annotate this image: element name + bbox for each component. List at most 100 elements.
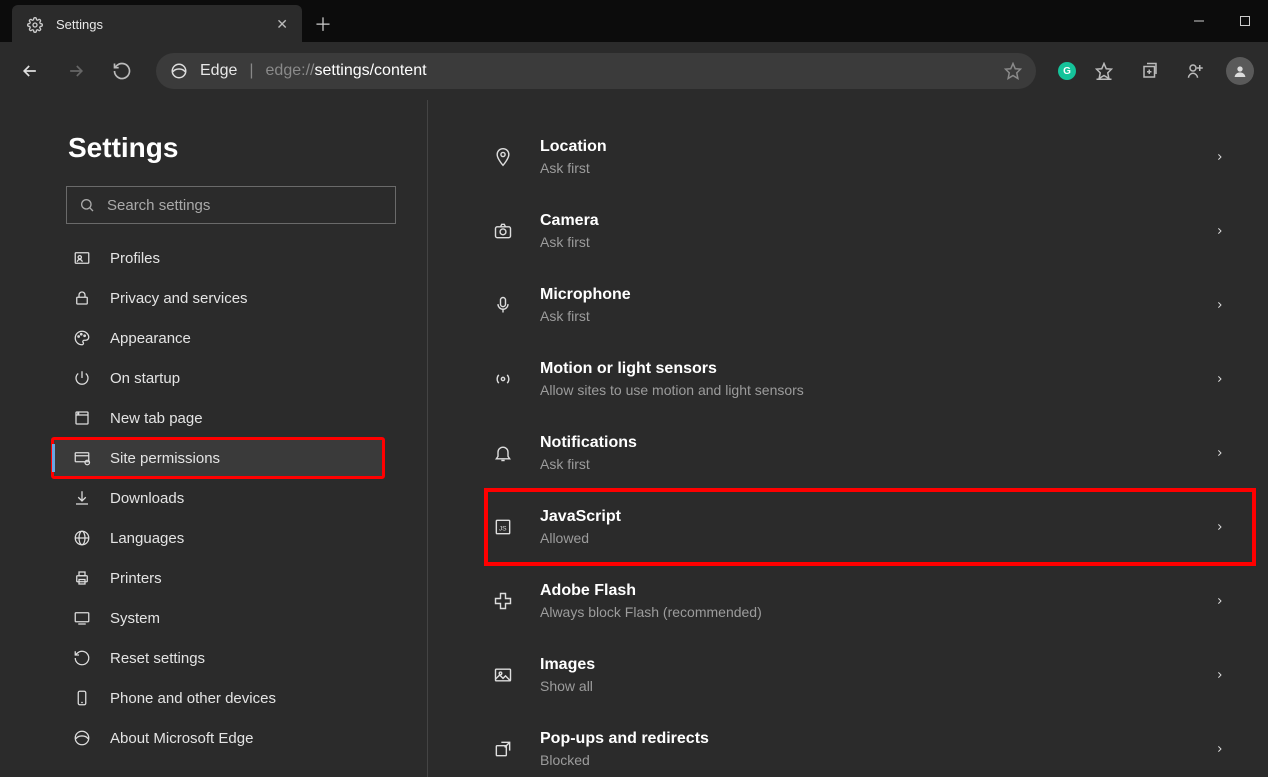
globe-icon — [72, 528, 92, 548]
permission-subtitle: Ask first — [540, 234, 599, 250]
permission-images[interactable]: Images Show all — [486, 638, 1254, 712]
address-url: edge://settings/content — [266, 62, 427, 80]
chevron-right-icon — [1215, 224, 1224, 238]
permission-title: Notifications — [540, 434, 637, 452]
camera-icon — [492, 220, 514, 242]
chevron-right-icon — [1215, 742, 1224, 756]
browser-tab[interactable]: Settings ✕ — [12, 5, 302, 42]
sidebar-item-reset-settings[interactable]: Reset settings — [52, 638, 384, 678]
edge-logo-icon — [170, 62, 188, 80]
permissions-list: Location Ask first Camera Ask first Micropho… — [486, 120, 1254, 777]
sidebar-item-on-startup[interactable]: On startup — [52, 358, 384, 398]
palette-icon — [72, 328, 92, 348]
sidebar-nav: Profiles Privacy and services Appearance On… — [52, 238, 413, 758]
sidebar: Settings Search settings Profiles Privacy… — [0, 100, 428, 777]
tab-title: Settings — [56, 17, 103, 32]
sidebar-item-label: About Microsoft Edge — [110, 730, 253, 747]
images-icon — [492, 664, 514, 686]
grammarly-extension-icon[interactable]: G — [1058, 62, 1076, 80]
permission-location[interactable]: Location Ask first — [486, 120, 1254, 194]
printer-icon — [72, 568, 92, 588]
permission-pop-ups-and-redirects[interactable]: Pop-ups and redirectsBlocked — [486, 712, 1254, 777]
permissions-icon — [72, 448, 92, 468]
sidebar-item-label: New tab page — [110, 410, 203, 427]
person-card-icon — [72, 248, 92, 268]
permission-title: JavaScript — [540, 508, 621, 526]
sidebar-item-label: System — [110, 610, 160, 627]
bell-icon — [492, 442, 514, 464]
minimize-button[interactable] — [1176, 0, 1222, 42]
maximize-button[interactable] — [1222, 0, 1268, 42]
address-brand: Edge — [200, 62, 237, 80]
chevron-right-icon — [1215, 150, 1224, 164]
favorites-button[interactable] — [1082, 49, 1126, 93]
microphone-icon — [492, 294, 514, 316]
sidebar-item-profiles[interactable]: Profiles — [52, 238, 384, 278]
sidebar-item-about-microsoft-edge[interactable]: About Microsoft Edge — [52, 718, 384, 758]
permission-motion-or-light-sensors[interactable]: Motion or light sensorsAllow sites to us… — [486, 342, 1254, 416]
profile-avatar[interactable] — [1226, 57, 1254, 85]
location-icon — [492, 146, 514, 168]
sidebar-item-phone-and-other-devices[interactable]: Phone and other devices — [52, 678, 384, 718]
sidebar-item-downloads[interactable]: Downloads — [52, 478, 384, 518]
popup-icon — [492, 738, 514, 760]
chevron-right-icon — [1215, 446, 1224, 460]
permission-microphone[interactable]: MicrophoneAsk first — [486, 268, 1254, 342]
search-icon — [79, 197, 95, 213]
permission-title: Microphone — [540, 286, 631, 304]
new-tab-button[interactable]: ＋ — [302, 5, 344, 42]
permission-subtitle: Ask first — [540, 456, 637, 472]
favorite-star-icon[interactable] — [1004, 62, 1022, 80]
search-placeholder: Search settings — [107, 197, 210, 214]
permission-javascript[interactable]: JSJavaScriptAllowed — [486, 490, 1254, 564]
sidebar-item-label: On startup — [110, 370, 180, 387]
sidebar-item-system[interactable]: System — [52, 598, 384, 638]
back-button[interactable] — [8, 49, 52, 93]
javascript-icon: JS — [492, 516, 514, 538]
sidebar-item-label: Languages — [110, 530, 184, 547]
search-settings-input[interactable]: Search settings — [66, 186, 396, 224]
chevron-right-icon — [1215, 372, 1224, 386]
chevron-right-icon — [1215, 520, 1224, 534]
permission-subtitle: Ask first — [540, 160, 607, 176]
power-icon — [72, 368, 92, 388]
permission-title: Camera — [540, 212, 599, 230]
sidebar-item-printers[interactable]: Printers — [52, 558, 384, 598]
chevron-right-icon — [1215, 298, 1224, 312]
person-icon[interactable] — [1174, 49, 1218, 93]
sidebar-item-appearance[interactable]: Appearance — [52, 318, 384, 358]
permission-title: Pop-ups and redirects — [540, 730, 709, 748]
sidebar-item-label: Printers — [110, 570, 162, 587]
svg-text:JS: JS — [499, 525, 507, 532]
sidebar-item-new-tab-page[interactable]: New tab page — [52, 398, 384, 438]
permission-subtitle: Allow sites to use motion and light sens… — [540, 382, 804, 398]
download-icon — [72, 488, 92, 508]
sidebar-item-label: Reset settings — [110, 650, 205, 667]
edge-icon — [72, 728, 92, 748]
close-tab-button[interactable]: ✕ — [276, 16, 288, 33]
permission-title: Images — [540, 656, 595, 674]
forward-button[interactable] — [54, 49, 98, 93]
reset-icon — [72, 648, 92, 668]
sidebar-item-privacy-and-services[interactable]: Privacy and services — [52, 278, 384, 318]
permission-subtitle: Show all — [540, 678, 595, 694]
window-controls — [1176, 0, 1268, 42]
chevron-right-icon — [1215, 594, 1224, 608]
lock-icon — [72, 288, 92, 308]
page-title: Settings — [52, 122, 413, 186]
permission-title: Location — [540, 138, 607, 156]
refresh-button[interactable] — [100, 49, 144, 93]
toolbar: Edge | edge://settings/content G — [0, 42, 1268, 100]
gear-icon — [26, 16, 44, 34]
sidebar-item-languages[interactable]: Languages — [52, 518, 384, 558]
sidebar-item-label: Appearance — [110, 330, 191, 347]
sidebar-item-label: Phone and other devices — [110, 690, 276, 707]
permission-camera[interactable]: Camera Ask first — [486, 194, 1254, 268]
permission-title: Adobe Flash — [540, 582, 762, 600]
address-bar[interactable]: Edge | edge://settings/content — [156, 53, 1036, 89]
sidebar-item-label: Profiles — [110, 250, 160, 267]
permission-notifications[interactable]: Notifications Ask first — [486, 416, 1254, 490]
permission-adobe-flash[interactable]: Adobe FlashAlways block Flash (recommend… — [486, 564, 1254, 638]
collections-button[interactable] — [1128, 49, 1172, 93]
sidebar-item-site-permissions[interactable]: Site permissions — [52, 438, 384, 478]
